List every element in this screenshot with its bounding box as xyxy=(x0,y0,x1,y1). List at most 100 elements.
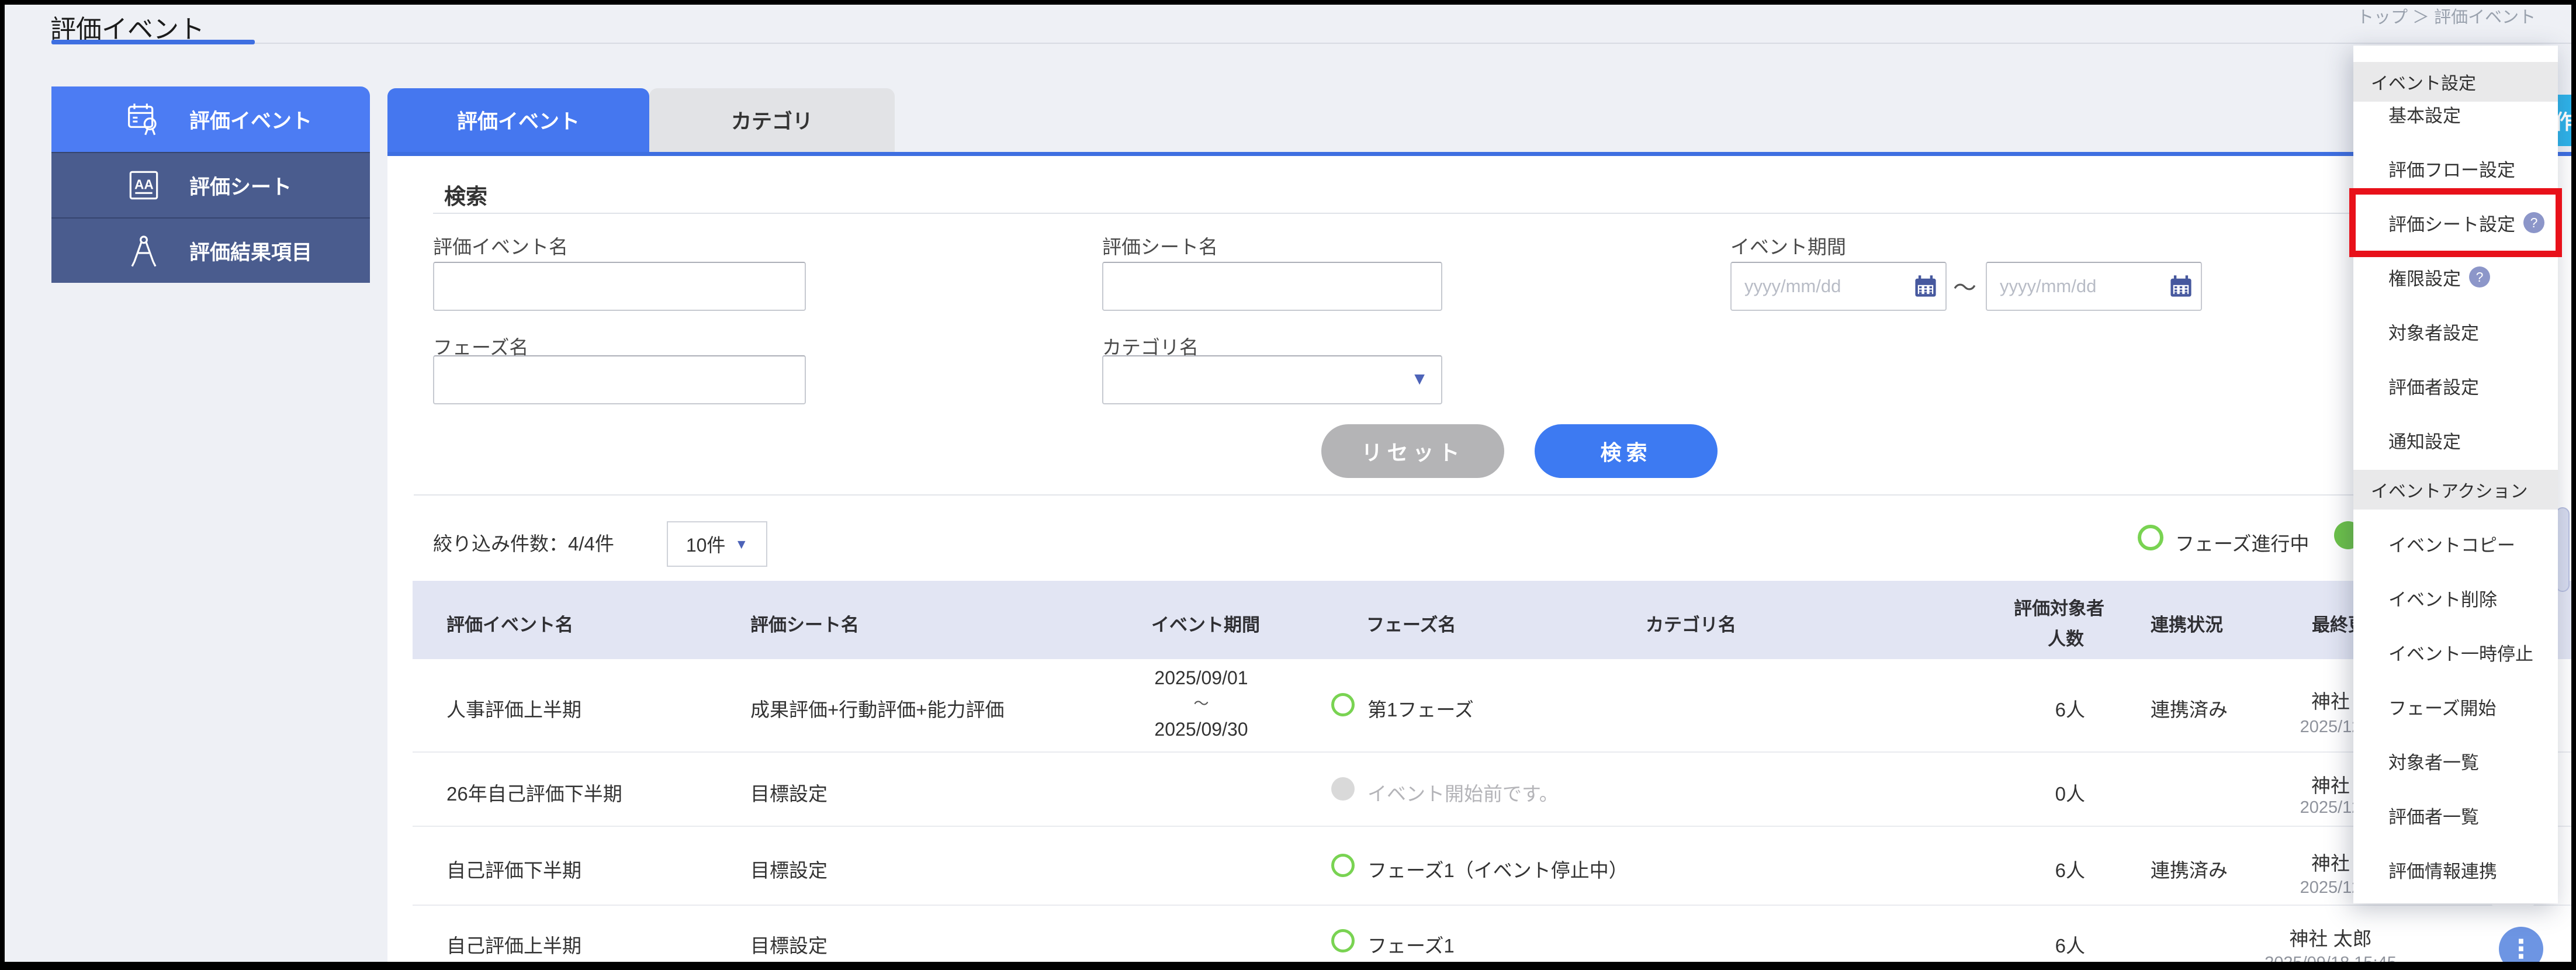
kebab-icon: ⋮ xyxy=(2508,934,2534,962)
page-size-value: 10件 xyxy=(685,535,726,556)
menu-item-evaluation-flow-settings[interactable]: 評価フロー設定 xyxy=(2388,155,2515,181)
cell-event-name: 自己評価下半期 xyxy=(446,860,581,881)
search-section-title: 検索 xyxy=(444,185,487,209)
cell-event-name: 自己評価上半期 xyxy=(446,935,581,957)
table-row[interactable]: 自己評価上半期 目標設定 フェーズ1 6人 神社 太郎 2025/09/18 1… xyxy=(413,906,2571,962)
sidebar-item-label: 評価イベント xyxy=(189,109,313,133)
col-subjects-line1: 評価対象者 xyxy=(2014,598,2104,619)
cell-subject-count: 6人 xyxy=(2055,860,2085,881)
category-select[interactable]: ▼ xyxy=(1102,355,1442,404)
menu-item-label: 通知設定 xyxy=(2388,431,2461,452)
col-phase: フェーズ名 xyxy=(1366,615,1456,635)
legend-phase-label: フェーズ進行中 xyxy=(2175,533,2310,555)
menu-item-notification-settings[interactable]: 通知設定 xyxy=(2388,427,2461,453)
cell-period: 2025/09/01 ～ 2025/09/30 xyxy=(1130,665,1273,742)
cell-sheet-name: 目標設定 xyxy=(750,783,827,805)
menu-item-label: 基本設定 xyxy=(2388,105,2461,126)
tabs-accent-line xyxy=(387,152,2571,156)
menu-item-label: イベント削除 xyxy=(2388,589,2497,610)
menu-item-label: フェーズ開始 xyxy=(2388,698,2497,719)
sidebar-item-evaluation-event[interactable]: 評価イベント xyxy=(51,86,370,152)
sheet-name-input[interactable] xyxy=(1102,262,1442,311)
phase-name-input[interactable] xyxy=(433,355,806,404)
cell-sheet-name: 成果評価+行動評価+能力評価 xyxy=(750,699,1005,720)
title-accent-bar xyxy=(51,40,255,44)
search-button[interactable]: 検索 xyxy=(1535,424,1718,478)
period-separator: ～ xyxy=(1193,695,1209,712)
event-period-label: イベント期間 xyxy=(1730,236,1846,258)
cell-subject-count: 6人 xyxy=(2055,699,2085,720)
phase-status-icon xyxy=(1331,854,1355,877)
section-divider xyxy=(414,494,2556,496)
breadcrumb[interactable]: トップ ＞ 評価イベント xyxy=(2357,5,2536,28)
svg-text:AA: AA xyxy=(134,177,154,192)
menu-item-subject-settings[interactable]: 対象者設定 xyxy=(2388,318,2479,344)
cell-phase: 第1フェーズ xyxy=(1367,699,1474,720)
menu-item-label: 評価フロー設定 xyxy=(2388,160,2515,181)
table-row[interactable]: 26年自己評価下半期 目標設定 イベント開始前です。 0人 神社 2025/12 xyxy=(413,753,2571,827)
col-event-name: 評価イベント名 xyxy=(446,615,573,635)
reset-button[interactable]: リセット xyxy=(1321,424,1504,478)
cell-updater: 神社 太郎 xyxy=(2289,928,2372,950)
menu-item-permission-settings[interactable]: 権限設定 ? xyxy=(2388,264,2490,290)
col-category: カテゴリ名 xyxy=(1646,615,1736,635)
phase-name-field-wrap xyxy=(433,355,806,404)
menu-item-label: 評価者一覧 xyxy=(2388,806,2479,827)
cell-phase: フェーズ1 xyxy=(1367,935,1455,957)
cell-sheet-name: 目標設定 xyxy=(750,935,827,957)
menu-item-label: イベントコピー xyxy=(2388,535,2515,556)
phase-status-icon xyxy=(1331,777,1355,801)
menu-item-evaluator-list[interactable]: 評価者一覧 xyxy=(2388,802,2479,828)
event-name-label: 評価イベント名 xyxy=(433,236,568,258)
menu-item-label: イベント一時停止 xyxy=(2388,643,2533,664)
cell-event-name: 人事評価上半期 xyxy=(446,699,581,720)
period-start: 2025/09/01 xyxy=(1154,667,1248,688)
search-divider xyxy=(433,213,2556,214)
table-header: 評価イベント名 評価シート名 イベント期間 フェーズ名 カテゴリ名 評価対象者 … xyxy=(413,581,2571,659)
menu-item-subject-list[interactable]: 対象者一覧 xyxy=(2388,748,2479,774)
header-divider xyxy=(51,43,2571,44)
calendar-icon[interactable] xyxy=(1913,273,1938,299)
sheet-name-label: 評価シート名 xyxy=(1102,236,1218,258)
page-size-select[interactable]: 10件 ▼ xyxy=(667,521,767,567)
calendar-award-icon xyxy=(128,103,157,136)
menu-item-label: 対象者一覧 xyxy=(2388,752,2479,773)
phase-status-icon xyxy=(1331,693,1355,716)
chevron-down-icon: ▼ xyxy=(735,536,749,552)
cell-sheet-name: 目標設定 xyxy=(750,860,827,881)
menu-pointer xyxy=(2490,902,2536,928)
sidebar-item-label: 評価シート xyxy=(189,175,292,199)
cell-updated-time: 2025/09/18 15:45 xyxy=(2214,954,2447,962)
menu-item-event-pause[interactable]: イベント一時停止 xyxy=(2388,639,2533,665)
chevron-down-icon: ▼ xyxy=(1411,369,1428,389)
tab-evaluation-event[interactable]: 評価イベント xyxy=(387,88,649,152)
menu-item-label: 対象者設定 xyxy=(2388,323,2479,344)
table-row[interactable]: 自己評価下半期 目標設定 フェーズ1（イベント停止中） 6人 連携済み 神社 2… xyxy=(413,827,2571,906)
col-sheet-name: 評価シート名 xyxy=(750,615,859,635)
menu-item-phase-start[interactable]: フェーズ開始 xyxy=(2388,694,2496,719)
menu-item-basic-settings[interactable]: 基本設定 xyxy=(2388,101,2461,127)
help-badge-icon[interactable]: ? xyxy=(2469,266,2490,287)
period-end-wrap xyxy=(1986,262,2202,311)
sidebar-item-evaluation-result-items[interactable]: 評価結果項目 xyxy=(51,217,370,283)
menu-item-event-copy[interactable]: イベントコピー xyxy=(2388,531,2515,556)
menu-item-evaluation-info-link[interactable]: 評価情報連携 xyxy=(2388,857,2497,882)
event-actions-menu: イベント設定 基本設定 評価フロー設定 評価シート設定 ? 権限設定 ? 対象者… xyxy=(2353,46,2558,903)
cell-subject-count: 0人 xyxy=(2055,783,2085,805)
menu-item-evaluator-settings[interactable]: 評価者設定 xyxy=(2388,373,2479,399)
tab-category[interactable]: カテゴリ xyxy=(649,88,895,152)
legend-phase-circle xyxy=(2138,525,2163,550)
event-name-input[interactable] xyxy=(433,262,806,311)
sidebar-item-evaluation-sheet[interactable]: AA 評価シート xyxy=(51,152,370,217)
table-row[interactable]: 人事評価上半期 成果評価+行動評価+能力評価 2025/09/01 ～ 2025… xyxy=(413,659,2571,753)
col-period: イベント期間 xyxy=(1151,615,1260,635)
sidebar: 評価イベント AA 評価シート 評価結果項目 xyxy=(51,86,370,283)
calendar-icon[interactable] xyxy=(2168,273,2194,299)
event-name-field-wrap xyxy=(433,262,806,311)
menu-item-event-delete[interactable]: イベント削除 xyxy=(2388,585,2497,611)
cell-subject-count: 6人 xyxy=(2055,935,2085,957)
sidebar-item-label: 評価結果項目 xyxy=(189,241,313,264)
menu-section-event-settings: イベント設定 xyxy=(2353,62,2558,102)
menu-item-label: 評価情報連携 xyxy=(2388,861,2497,882)
filtered-count: 絞り込み件数：4/4件 xyxy=(433,533,614,555)
